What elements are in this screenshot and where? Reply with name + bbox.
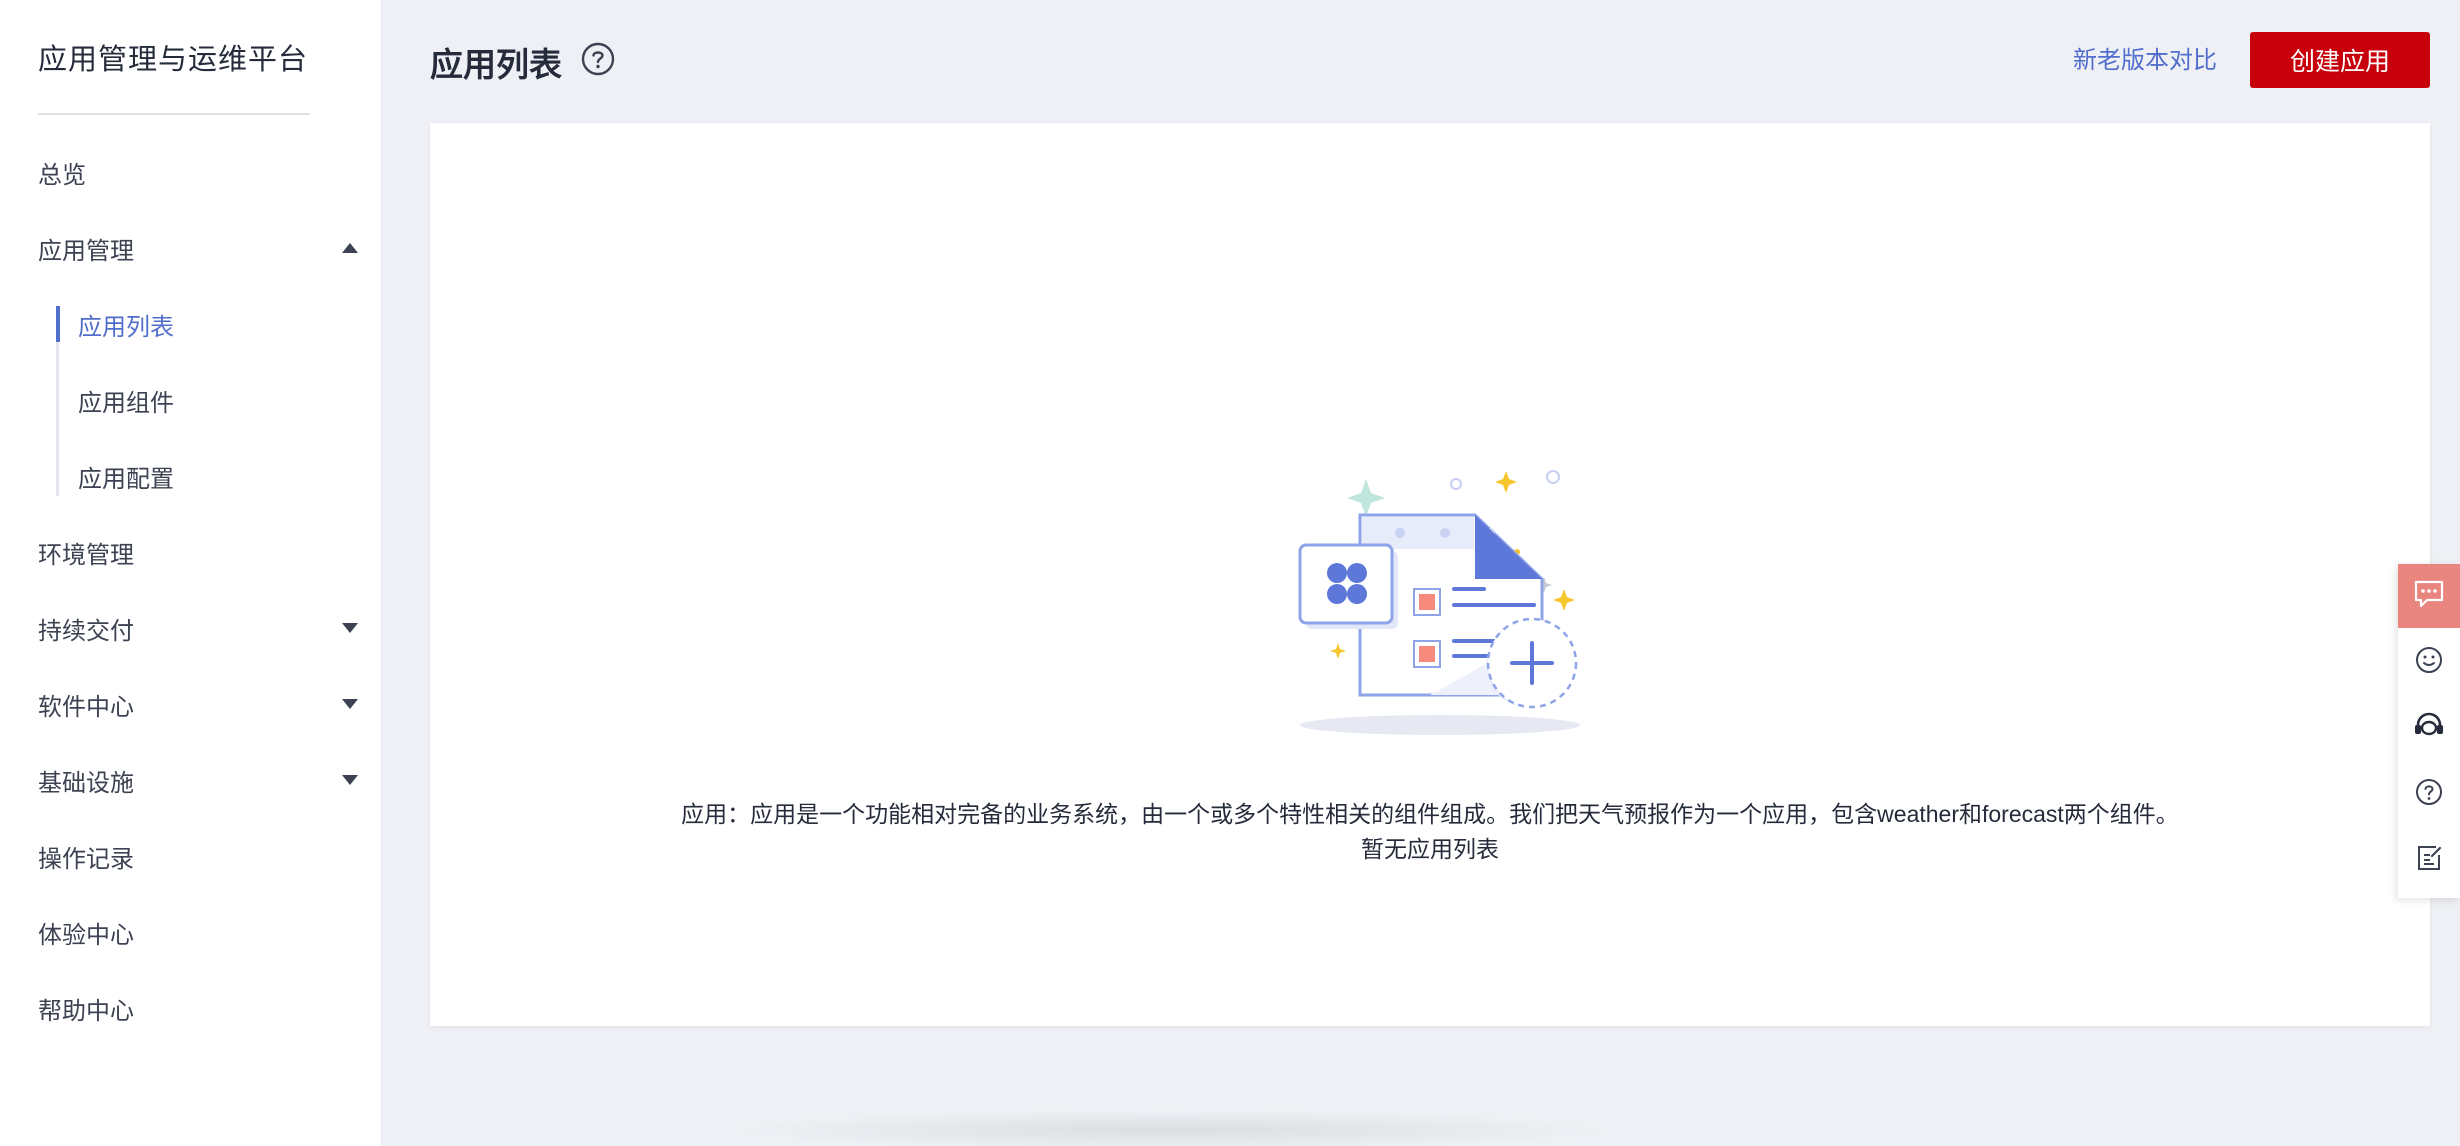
sidebar-item-experience-center[interactable]: 体验中心 [38,902,358,962]
sidebar-item-label: 基础设施 [38,769,134,797]
headset-icon [2413,711,2445,746]
sidebar-subitem-app-components[interactable]: 应用组件 [78,370,174,430]
sidebar-item-label: 应用管理 [38,237,134,265]
sidebar-item-app-management[interactable]: 应用管理 [38,218,358,278]
version-compare-link[interactable]: 新老版本对比 [2073,40,2217,75]
chat-button[interactable] [2398,564,2460,628]
sidebar-item-overview[interactable]: 总览 [38,142,358,202]
empty-state-illustration [1240,453,1640,753]
sidebar-subitem-app-list[interactable]: 应用列表 [78,294,174,354]
edit-note-icon [2414,843,2444,878]
floating-toolbar [2398,564,2460,898]
feedback-button[interactable] [2398,630,2460,694]
chevron-down-icon [342,699,358,709]
sidebar-item-infrastructure[interactable]: 基础设施 [38,750,358,810]
sidebar-divider [38,113,310,115]
smile-icon [2414,645,2444,680]
question-icon [2414,777,2444,812]
sidebar-item-label: 环境管理 [38,541,134,569]
sidebar-item-label: 软件中心 [38,693,134,721]
sidebar-item-environment[interactable]: 环境管理 [38,522,358,582]
chevron-down-icon [342,623,358,633]
sidebar-item-label: 帮助中心 [38,997,134,1025]
platform-title: 应用管理与运维平台 [38,44,309,76]
decorative-shadow [720,1110,1620,1146]
help-button[interactable] [2398,762,2460,826]
create-app-button[interactable]: 创建应用 [2250,32,2430,88]
sidebar-subitem-label: 应用配置 [78,465,174,493]
sidebar-item-label: 操作记录 [38,845,134,873]
sidebar-item-label: 总览 [38,161,86,189]
chat-icon [2413,579,2445,614]
submenu-active-indicator [56,306,60,342]
chevron-up-icon [342,243,358,253]
sidebar-subitem-label: 应用列表 [78,313,174,341]
service-button[interactable] [2398,696,2460,760]
page-title: 应用列表 [430,46,562,83]
sidebar-item-delivery[interactable]: 持续交付 [38,598,358,658]
empty-state-description: 应用：应用是一个功能相对完备的业务系统，由一个或多个特性相关的组件组成。我们把天… [681,801,2179,827]
question-circle-icon[interactable] [581,42,615,76]
sidebar-subitem-label: 应用组件 [78,389,174,417]
sidebar-item-label: 持续交付 [38,617,134,645]
sidebar-item-help-center[interactable]: 帮助中心 [38,978,358,1038]
empty-state-title: 暂无应用列表 [1361,836,1499,862]
chevron-down-icon [342,775,358,785]
app-list-card: 应用：应用是一个功能相对完备的业务系统，由一个或多个特性相关的组件组成。我们把天… [430,123,2430,1026]
survey-button[interactable] [2398,828,2460,892]
sidebar-subitem-app-config[interactable]: 应用配置 [78,446,174,506]
sidebar: 应用管理与运维平台 总览 应用管理 应用列表 应用组件 应用配置 环境管理 持续… [0,0,382,1146]
sidebar-item-software-center[interactable]: 软件中心 [38,674,358,734]
sidebar-item-label: 体验中心 [38,921,134,949]
sidebar-item-operation-log[interactable]: 操作记录 [38,826,358,886]
